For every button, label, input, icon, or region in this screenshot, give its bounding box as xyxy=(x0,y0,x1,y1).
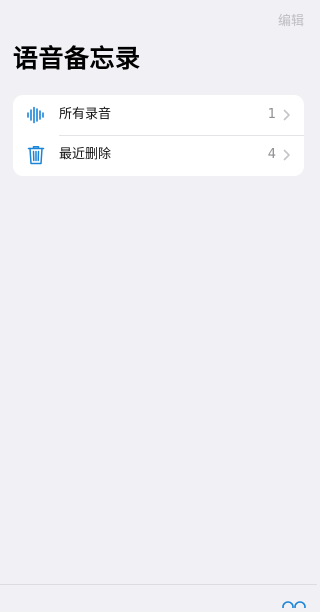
folder-list: 所有录音 1 最近删除 4 xyxy=(13,95,304,176)
edit-button[interactable]: 编辑 xyxy=(278,14,304,29)
waveform-icon xyxy=(25,104,47,126)
new-folder-icon[interactable] xyxy=(281,593,307,603)
page-title: 语音备忘录 xyxy=(13,41,141,77)
navigation-bar: 编辑 xyxy=(278,10,304,30)
folder-count: 4 xyxy=(268,135,276,175)
bottom-toolbar xyxy=(0,585,317,600)
folder-count: 1 xyxy=(268,95,276,135)
chevron-right-icon xyxy=(283,109,291,121)
trash-icon xyxy=(25,144,47,166)
folder-row-recently-deleted[interactable]: 最近删除 4 xyxy=(13,135,304,175)
folder-label: 最近删除 xyxy=(59,135,111,175)
folder-label: 所有录音 xyxy=(59,95,111,135)
folder-row-all-recordings[interactable]: 所有录音 1 xyxy=(13,95,304,135)
chevron-right-icon xyxy=(283,149,291,161)
